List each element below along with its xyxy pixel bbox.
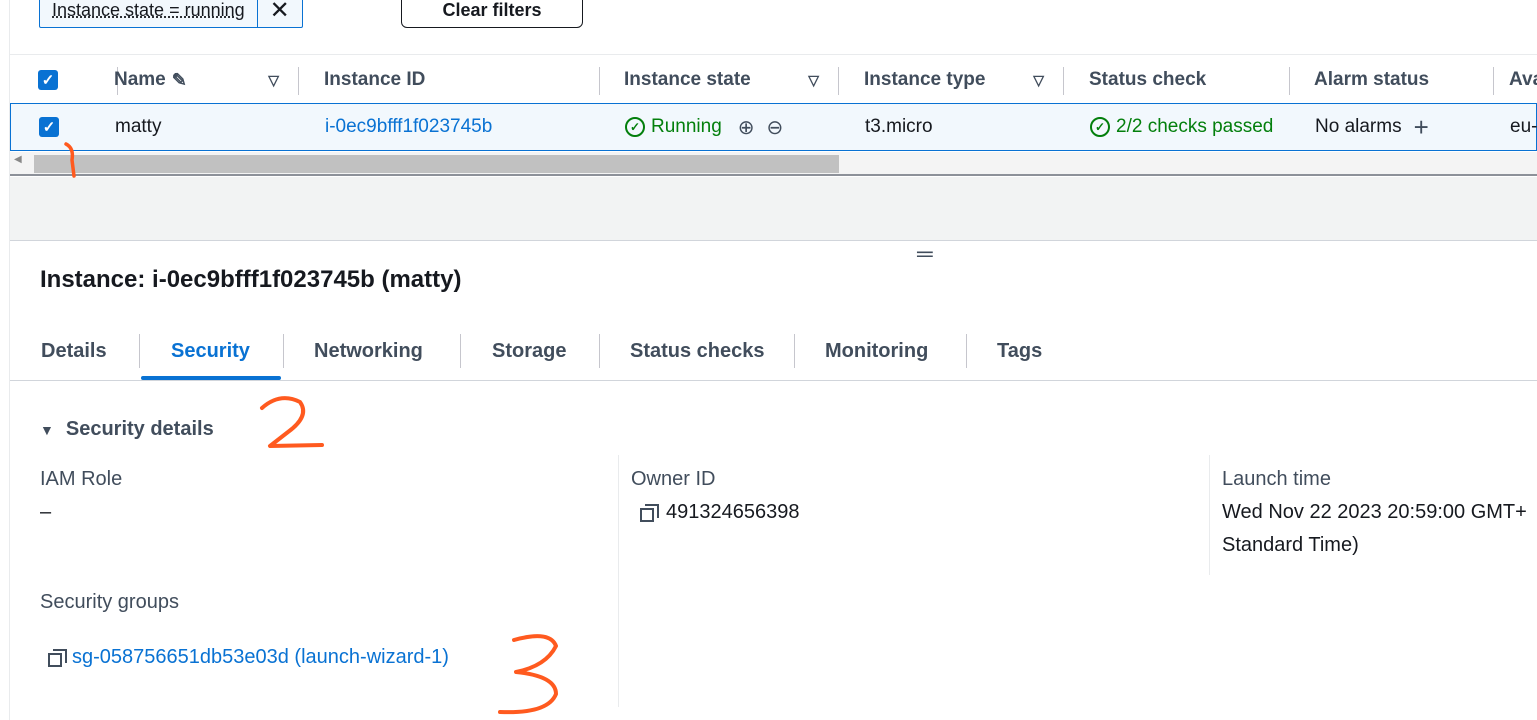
annotation-mark-2 — [260, 396, 324, 448]
annotation-mark-3 — [498, 634, 558, 715]
annotation-mark-1 — [64, 142, 76, 178]
annotation-overlay — [64, 142, 558, 715]
